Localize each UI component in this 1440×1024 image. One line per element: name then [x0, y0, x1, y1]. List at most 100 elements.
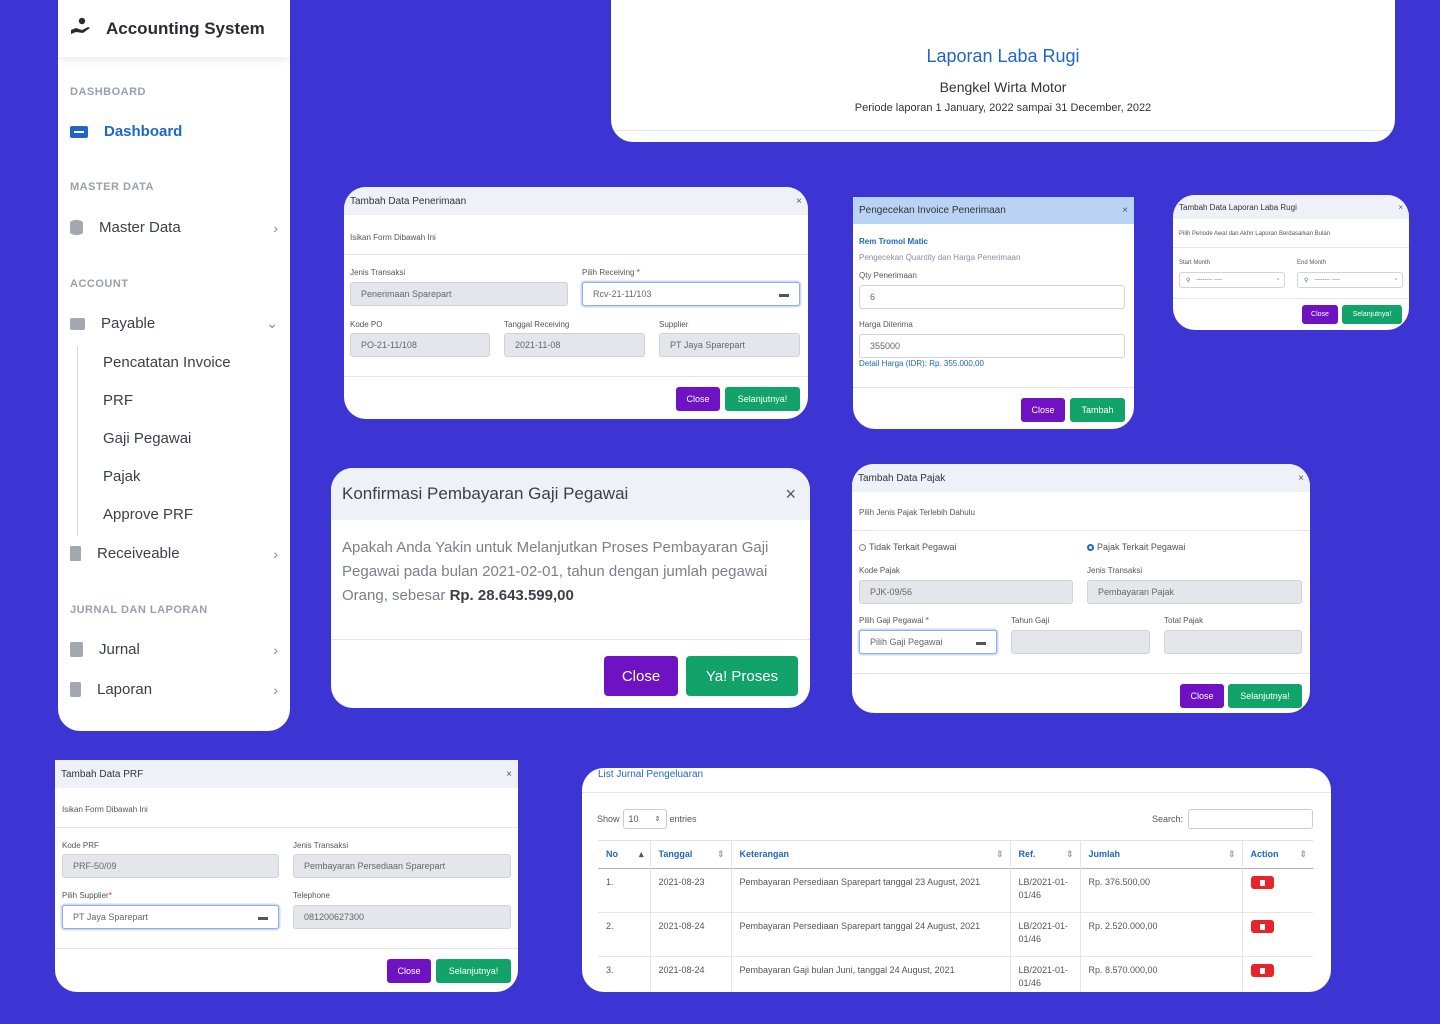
section-jurnal: JURNAL DAN LAPORAN	[70, 604, 208, 616]
sidebar-subitem-approve-prf[interactable]: Approve PRF	[103, 506, 193, 523]
close-icon[interactable]: ×	[1122, 205, 1128, 216]
kode-prf-label: Kode PRF	[62, 841, 99, 850]
cell-ref: LB/2021-01-01/46	[1010, 956, 1081, 992]
col-keterangan[interactable]: Keterangan ⇕	[731, 840, 1011, 869]
delete-button[interactable]	[1250, 876, 1274, 889]
close-button[interactable]: Close	[1021, 398, 1065, 422]
sidebar-item-payable[interactable]: Payable ⌄	[70, 315, 278, 332]
radio-terkait[interactable]: Pajak Terkait Pegawai	[1087, 542, 1185, 552]
app-title: Accounting System	[106, 18, 265, 38]
col-tanggal[interactable]: Tanggal ⇕	[650, 840, 732, 869]
search-input[interactable]	[1188, 809, 1313, 829]
kode-po-input[interactable]: PO-21-11/108	[350, 333, 490, 357]
supplier-label: Supplier	[659, 320, 689, 329]
chevron-right-icon: ›	[273, 681, 278, 698]
harga-label: Harga Diterima	[859, 320, 913, 329]
supplier-input[interactable]: PT Jaya Sparepart	[659, 333, 800, 357]
invoice-icon	[70, 546, 81, 561]
sidebar-subitem-gaji-pegawai[interactable]: Gaji Pegawai	[103, 430, 191, 447]
cell-keterangan: Pembayaran Gaji bulan Juni, tanggal 24 A…	[731, 956, 1011, 992]
jurnal-table: No ▴ Tanggal ⇕ Keterangan ⇕ Ref. ⇕ Jumlah ⇕ A…	[598, 840, 1313, 992]
entries-select[interactable]: 10 ⇕	[622, 809, 667, 829]
jenis-label: Jenis Transaksi	[293, 841, 349, 850]
laporan-card: Laporan Laba Rugi Bengkel Wirta Motor Pe…	[611, 0, 1395, 142]
submenu-line	[77, 346, 78, 536]
item-name: Rem Tromol Matic	[859, 237, 928, 246]
total-input[interactable]	[1164, 630, 1302, 654]
delete-button[interactable]	[1250, 964, 1274, 977]
add-button[interactable]: Tambah	[1070, 398, 1125, 422]
sort-icon: ⇕	[654, 816, 661, 823]
qty-label: Qty Penerimaan	[859, 271, 917, 280]
table-row: 3. 2021-08-24 Pembayaran Gaji bulan Juni, …	[598, 956, 1313, 992]
brand[interactable]: Accounting System	[58, 0, 290, 57]
close-button[interactable]: Close	[604, 656, 678, 696]
next-button[interactable]: Selanjutnya!	[1228, 684, 1302, 708]
close-icon[interactable]: ×	[506, 769, 512, 780]
next-button[interactable]: Selanjutnya!	[1342, 305, 1402, 324]
modal-pajak: Tambah Data Pajak × Pilih Jenis Pajak Te…	[852, 464, 1310, 713]
jenis-input[interactable]: Pembayaran Persediaan Sparepart	[293, 854, 511, 878]
tahun-input[interactable]	[1011, 630, 1150, 654]
tanggal-input[interactable]: 2021-11-08	[504, 333, 645, 357]
modal-header: Tambah Data Penerimaan ×	[344, 187, 808, 215]
divider	[853, 387, 1134, 388]
close-button[interactable]: Close	[676, 387, 720, 411]
cell-action	[1242, 869, 1313, 913]
section-dashboard: DASHBOARD	[70, 86, 146, 98]
next-button[interactable]: Selanjutnya!	[725, 387, 800, 411]
divider	[1173, 247, 1409, 248]
close-button[interactable]: Close	[1302, 305, 1338, 324]
qty-input[interactable]: 6	[859, 285, 1125, 309]
sidebar-item-receiveable[interactable]: Receiveable ›	[70, 545, 278, 562]
start-month-input[interactable]: ⚲ -------- ---- ▫	[1179, 272, 1285, 288]
col-jumlah[interactable]: Jumlah ⇕	[1080, 840, 1243, 869]
konfirmasi-body: Apakah Anda Yakin untuk Melanjutkan Pros…	[342, 539, 769, 604]
gaji-select[interactable]: Pilih Gaji Pegawai ▬	[859, 630, 997, 654]
close-button[interactable]: Close	[387, 959, 431, 983]
close-button[interactable]: Close	[1180, 684, 1224, 708]
jenis-input[interactable]: Penerimaan Sparepart	[350, 282, 568, 306]
harga-input[interactable]: 355000	[859, 334, 1125, 358]
close-icon[interactable]: ×	[1398, 203, 1403, 212]
divider	[611, 130, 1395, 131]
sidebar-item-dashboard[interactable]: Dashboard	[70, 123, 278, 140]
supplier-select[interactable]: PT Jaya Sparepart ▬	[62, 905, 279, 929]
delete-button[interactable]	[1250, 920, 1274, 933]
next-button[interactable]: Selanjutnya!	[436, 959, 511, 983]
clipboard-icon	[70, 682, 81, 697]
kode-pajak-input[interactable]: PJK-09/56	[859, 580, 1073, 604]
modal-header: Konfirmasi Pembayaran Gaji Pegawai ×	[331, 468, 810, 520]
sidebar-item-jurnal[interactable]: Jurnal ›	[70, 641, 278, 658]
radio-tidak-terkait[interactable]: Tidak Terkait Pegawai	[859, 542, 957, 552]
tahun-label: Tahun Gaji	[1011, 616, 1050, 625]
sidebar-item-laporan[interactable]: Laporan ›	[70, 681, 278, 698]
sidebar-subitem-prf[interactable]: PRF	[103, 392, 133, 409]
sidebar-subitem-pencatatan-invoice[interactable]: Pencatatan Invoice	[103, 354, 231, 371]
jenis-input[interactable]: Pembayaran Pajak	[1087, 580, 1302, 604]
calendar-icon: ▫	[1394, 277, 1397, 283]
col-no[interactable]: No ▴	[598, 840, 651, 869]
sidebar-subitem-pajak[interactable]: Pajak	[103, 468, 141, 485]
kode-prf-input[interactable]: PRF-50/09	[62, 854, 279, 878]
col-ref[interactable]: Ref. ⇕	[1010, 840, 1081, 869]
radio-checked-icon	[1087, 543, 1094, 551]
trash-icon	[1259, 967, 1265, 974]
total-label: Total Pajak	[1164, 616, 1204, 625]
proceed-button[interactable]: Ya! Proses	[686, 656, 798, 696]
radio-icon	[859, 543, 866, 551]
close-icon[interactable]: ×	[785, 484, 796, 505]
trash-icon	[1259, 879, 1265, 886]
close-icon[interactable]: ×	[1298, 473, 1304, 484]
close-icon[interactable]: ×	[796, 196, 802, 207]
cell-tanggal: 2021-08-24	[650, 912, 732, 957]
receiving-select[interactable]: Rcv-21-11/103 ▬	[582, 282, 800, 306]
phone-input[interactable]: 081200627300	[293, 905, 511, 929]
form-subtitle: Isikan Form Dibawah Ini	[350, 233, 436, 242]
sidebar-item-master-data[interactable]: Master Data ›	[70, 219, 278, 236]
col-action[interactable]: Action ⇕	[1242, 841, 1313, 869]
wallet-icon	[70, 317, 85, 330]
end-month-input[interactable]: ⚲ -------- ---- ▫	[1297, 272, 1403, 288]
divider	[582, 792, 1331, 793]
cell-jumlah: Rp. 8.570.000,00	[1080, 956, 1243, 992]
